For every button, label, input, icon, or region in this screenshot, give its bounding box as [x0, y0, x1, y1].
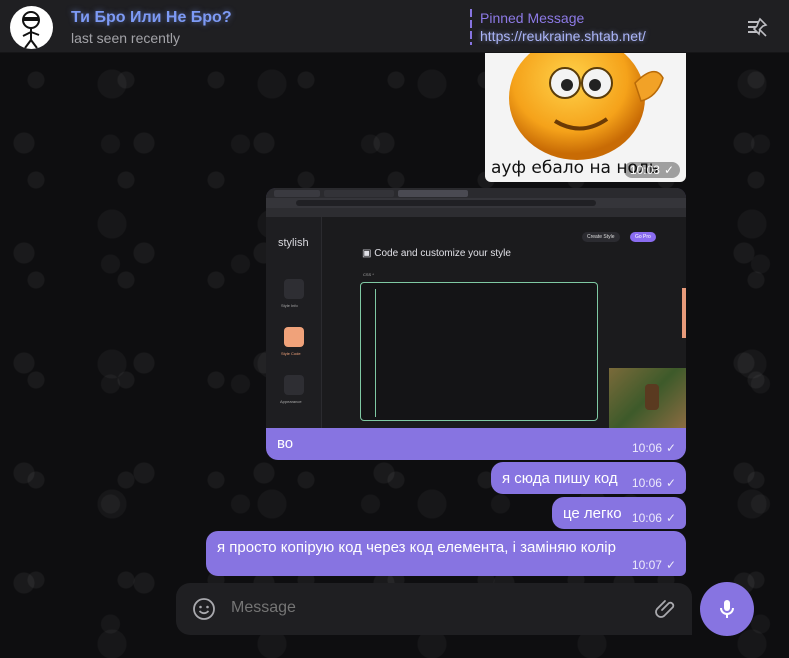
time-value: 10:07	[631, 558, 662, 572]
stylish-heading-text: Code and customize your style	[374, 248, 511, 259]
photo-message[interactable]: stylish Style Info Style Code Appearance…	[266, 188, 686, 460]
message-text: я сюда пишу код	[502, 470, 618, 487]
message-time: 10:03 ✓	[623, 162, 680, 178]
photo-caption: во	[277, 435, 294, 452]
read-check-icon: ✓	[666, 441, 677, 455]
browser-screenshot: stylish Style Info Style Code Appearance…	[266, 188, 686, 428]
emoji-icon[interactable]	[192, 597, 216, 621]
message-composer	[176, 583, 692, 635]
create-style-button: Create Style	[582, 232, 620, 242]
telegram-chat-window: Ти Бро Или Не Бро? last seen recently Pi…	[0, 0, 789, 658]
sidebar-style-info: Style Info	[281, 303, 298, 308]
message-time: 10:06 ✓	[632, 441, 676, 455]
stylish-logo: stylish	[278, 237, 309, 249]
time-value: 10:03	[629, 163, 660, 177]
video-thumbnail	[609, 368, 686, 428]
avatar-stickman-icon	[22, 11, 40, 49]
time-value: 10:06	[631, 476, 662, 490]
message-time: 10:06 ✓	[632, 476, 676, 490]
stylish-sidebar: stylish Style Info Style Code Appearance	[266, 217, 322, 428]
read-check-icon: ✓	[665, 511, 676, 525]
sidebar-style-code: Style Code	[281, 351, 301, 356]
message-time: 10:06 ✓	[632, 511, 676, 525]
go-pro-button: Go Pro	[630, 232, 656, 242]
css-field-label: CSS *	[363, 272, 374, 277]
pinned-message-label[interactable]: Pinned Message	[480, 10, 584, 26]
pinned-indicator	[470, 9, 472, 45]
pinned-message-link[interactable]: https://reukraine.shtab.net/	[480, 28, 646, 44]
sidebar-appearance: Appearance	[280, 399, 302, 404]
browser-tabs	[266, 188, 686, 198]
browser-address-bar	[266, 198, 686, 208]
chat-status: last seen recently	[71, 30, 180, 46]
message-bubble[interactable]: це легко 10:06 ✓	[552, 497, 686, 529]
chat-title[interactable]: Ти Бро Или Не Бро?	[71, 9, 232, 27]
attach-icon[interactable]	[654, 597, 678, 621]
meme-image-message[interactable]: ауф ебало на ноль 10:03 ✓	[485, 53, 686, 182]
read-check-icon: ✓	[665, 476, 676, 490]
read-check-icon: ✓	[663, 163, 674, 177]
time-value: 10:06	[632, 441, 663, 455]
read-check-icon: ✓	[665, 558, 676, 572]
css-editor	[360, 282, 598, 421]
browser-bookmarks	[266, 208, 686, 217]
message-bubble[interactable]: я просто копірую код через код елемента,…	[206, 531, 686, 576]
mic-button[interactable]	[700, 582, 754, 636]
message-text: я просто копірую код через код елемента,…	[217, 539, 616, 556]
message-input[interactable]	[231, 599, 631, 617]
unpin-icon[interactable]	[745, 15, 769, 39]
mic-icon	[720, 600, 734, 618]
message-text: це легко	[563, 505, 622, 522]
avatar[interactable]	[10, 6, 53, 49]
message-time: 10:07 ✓	[632, 558, 676, 572]
chat-header: Ти Бро Или Не Бро? last seen recently Pi…	[0, 0, 789, 53]
scroll-marker	[682, 288, 686, 338]
stylish-heading: ▣ Code and customize your style	[362, 248, 511, 259]
message-bubble[interactable]: я сюда пишу код 10:06 ✓	[491, 462, 686, 494]
time-value: 10:06	[631, 511, 662, 525]
